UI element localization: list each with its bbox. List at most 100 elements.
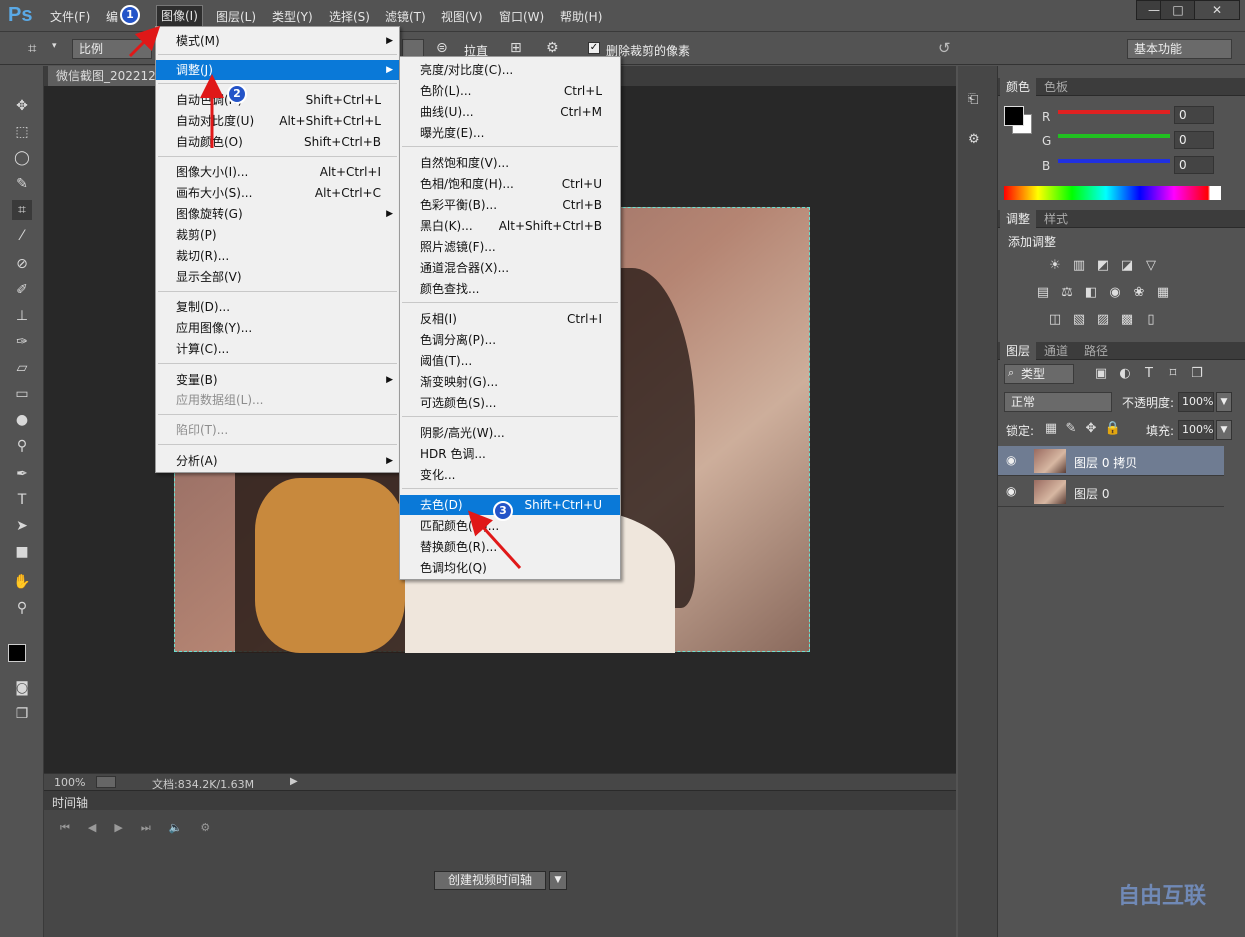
chevron-down-icon[interactable]: ▼ bbox=[1216, 392, 1232, 412]
submenu-item-color-lookup[interactable]: 颜色查找... bbox=[400, 279, 620, 299]
gradient-map-icon[interactable]: ▩ bbox=[1118, 313, 1136, 327]
invert-icon[interactable]: ◫ bbox=[1046, 313, 1064, 327]
submenu-item-exposure[interactable]: 曝光度(E)... bbox=[400, 123, 620, 143]
quick-select-icon[interactable]: ✎ bbox=[12, 174, 32, 194]
menu-file[interactable]: 文件(F) bbox=[50, 8, 90, 25]
hue-saturation-icon[interactable]: ▤ bbox=[1034, 286, 1052, 300]
submenu-item-threshold[interactable]: 阈值(T)... bbox=[400, 351, 620, 371]
tab-channels[interactable]: 通道 bbox=[1038, 342, 1074, 360]
menu-window[interactable]: 窗口(W) bbox=[499, 8, 544, 25]
menu-layer[interactable]: 图层(L) bbox=[216, 8, 256, 25]
history-icon[interactable]: ⎗ bbox=[968, 92, 988, 112]
menu-item-analysis[interactable]: 分析(A) ▶ bbox=[156, 451, 399, 471]
channel-g-value[interactable]: 0 bbox=[1174, 131, 1214, 149]
maximize-button[interactable]: □ bbox=[1160, 0, 1196, 20]
submenu-item-variations[interactable]: 变化... bbox=[400, 465, 620, 485]
levels-icon[interactable]: ▥ bbox=[1070, 259, 1088, 273]
submenu-item-hue-saturation[interactable]: 色相/饱和度(H)... Ctrl+U bbox=[400, 174, 620, 194]
menu-item-image-size[interactable]: 图像大小(I)... Alt+Ctrl+I bbox=[156, 162, 399, 182]
menu-item-variables[interactable]: 变量(B) ▶ bbox=[156, 370, 399, 390]
zoom-level[interactable]: 100% bbox=[54, 776, 85, 789]
submenu-item-match-color[interactable]: 匹配颜色(M)... bbox=[400, 516, 620, 536]
filter-type-icon[interactable]: T bbox=[1140, 367, 1158, 381]
tab-layers[interactable]: 图层 bbox=[1000, 342, 1037, 360]
posterize-icon[interactable]: ▧ bbox=[1070, 313, 1088, 327]
lock-all-icon[interactable]: 🔒 bbox=[1104, 422, 1122, 436]
threshold-icon[interactable]: ▨ bbox=[1094, 313, 1112, 327]
move-tool-icon[interactable]: ✥ bbox=[12, 96, 32, 116]
submenu-item-black-white[interactable]: 黑白(K)... Alt+Shift+Ctrl+B bbox=[400, 216, 620, 236]
ratio-select[interactable]: 比例 bbox=[72, 39, 152, 59]
timeline-controls-icon[interactable]: ⏮◀▶⏭🔈⚙ bbox=[60, 821, 228, 835]
foreground-color-swatch[interactable] bbox=[1004, 106, 1024, 126]
gradient-tool-icon[interactable]: ▭ bbox=[12, 384, 32, 404]
lock-position-icon[interactable]: ✥ bbox=[1082, 422, 1100, 436]
submenu-item-levels[interactable]: 色阶(L)... Ctrl+L bbox=[400, 81, 620, 101]
blend-mode-select[interactable]: 正常 bbox=[1004, 392, 1112, 412]
menu-item-mode[interactable]: 模式(M) ▶ bbox=[156, 31, 399, 51]
straighten-icon[interactable]: ⊜ bbox=[436, 40, 448, 56]
color-spectrum-bar[interactable] bbox=[1004, 186, 1221, 200]
eyedropper-icon[interactable]: ⁄ bbox=[12, 226, 32, 246]
screen-mode-icon[interactable]: ❐ bbox=[12, 704, 32, 724]
channel-r-slider[interactable] bbox=[1058, 110, 1170, 114]
rectangle-tool-icon[interactable]: ■ bbox=[12, 542, 32, 562]
submenu-item-shadows-highlights[interactable]: 阴影/高光(W)... bbox=[400, 423, 620, 443]
foreground-color-swatch[interactable] bbox=[8, 644, 26, 662]
channel-g-slider[interactable] bbox=[1058, 134, 1170, 138]
menu-item-image-rotation[interactable]: 图像旋转(G) ▶ bbox=[156, 204, 399, 224]
channel-r-value[interactable]: 0 bbox=[1174, 106, 1214, 124]
black-white-icon[interactable]: ◧ bbox=[1082, 286, 1100, 300]
close-button[interactable]: ✕ bbox=[1194, 0, 1240, 20]
create-video-timeline-button[interactable]: 创建视频时间轴 bbox=[434, 871, 546, 890]
menu-help[interactable]: 帮助(H) bbox=[560, 8, 602, 25]
status-arrow-icon[interactable]: ▶ bbox=[290, 776, 298, 787]
menu-item-duplicate[interactable]: 复制(D)... bbox=[156, 297, 399, 317]
layer-row[interactable]: ◉ 图层 0 bbox=[998, 477, 1224, 507]
menu-item-auto-tone[interactable]: 自动色调(N) Shift+Ctrl+L bbox=[156, 90, 399, 110]
color-lookup-icon[interactable]: ▦ bbox=[1154, 286, 1172, 300]
menu-item-canvas-size[interactable]: 画布大小(S)... Alt+Ctrl+C bbox=[156, 183, 399, 203]
layer-name[interactable]: 图层 0 bbox=[1074, 485, 1109, 502]
eye-icon[interactable]: ◉ bbox=[1006, 484, 1016, 498]
marquee-tool-icon[interactable]: ⬚ bbox=[12, 122, 32, 142]
eraser-icon[interactable]: ▱ bbox=[12, 358, 32, 378]
properties-icon[interactable]: ⚙ bbox=[968, 132, 988, 152]
chevron-down-icon[interactable]: ▾ bbox=[52, 41, 57, 51]
exposure-icon[interactable]: ◪ bbox=[1118, 259, 1136, 273]
channel-mixer-icon[interactable]: ❀ bbox=[1130, 286, 1148, 300]
tab-paths[interactable]: 路径 bbox=[1078, 342, 1114, 360]
status-icon[interactable] bbox=[96, 776, 116, 788]
vibrance-icon[interactable]: ▽ bbox=[1142, 259, 1160, 273]
zoom-tool-icon[interactable]: ⚲ bbox=[12, 598, 32, 618]
submenu-item-gradient-map[interactable]: 渐变映射(G)... bbox=[400, 372, 620, 392]
submenu-item-posterize[interactable]: 色调分离(P)... bbox=[400, 330, 620, 350]
menu-item-apply-image[interactable]: 应用图像(Y)... bbox=[156, 318, 399, 338]
submenu-item-vibrance[interactable]: 自然饱和度(V)... bbox=[400, 153, 620, 173]
menu-item-trim[interactable]: 裁切(R)... bbox=[156, 246, 399, 266]
layer-row[interactable]: ◉ 图层 0 拷贝 bbox=[998, 446, 1224, 476]
submenu-item-hdr-toning[interactable]: HDR 色调... bbox=[400, 444, 620, 464]
fill-input[interactable]: 100% bbox=[1178, 420, 1214, 440]
type-tool-icon[interactable]: T bbox=[12, 490, 32, 510]
eye-icon[interactable]: ◉ bbox=[1006, 453, 1016, 467]
curves-icon[interactable]: ◩ bbox=[1094, 259, 1112, 273]
gear-icon[interactable]: ⚙ bbox=[546, 40, 559, 56]
filter-shape-icon[interactable]: ⌑ bbox=[1164, 367, 1182, 381]
submenu-item-selective-color[interactable]: 可选颜色(S)... bbox=[400, 393, 620, 413]
brightness-icon[interactable]: ☀ bbox=[1046, 259, 1064, 273]
menu-item-reveal-all[interactable]: 显示全部(V) bbox=[156, 267, 399, 287]
chevron-down-icon[interactable]: ▼ bbox=[549, 871, 567, 890]
tab-adjustments[interactable]: 调整 bbox=[1000, 210, 1037, 228]
layer-name[interactable]: 图层 0 拷贝 bbox=[1074, 454, 1137, 471]
crop-tool-icon[interactable]: ⌗ bbox=[28, 39, 36, 57]
chevron-down-icon[interactable]: ▼ bbox=[1216, 420, 1232, 440]
menu-select[interactable]: 选择(S) bbox=[329, 8, 370, 25]
menu-item-crop[interactable]: 裁剪(P) bbox=[156, 225, 399, 245]
menu-item-adjustments[interactable]: 调整(J) ▶ bbox=[156, 60, 399, 80]
healing-brush-icon[interactable]: ⊘ bbox=[12, 254, 32, 274]
delete-cropped-checkbox[interactable]: ✓ bbox=[588, 42, 600, 54]
quick-mask-icon[interactable]: ◙ bbox=[12, 678, 32, 698]
submenu-item-equalize[interactable]: 色调均化(Q) bbox=[400, 558, 620, 578]
menu-item-calculations[interactable]: 计算(C)... bbox=[156, 339, 399, 359]
